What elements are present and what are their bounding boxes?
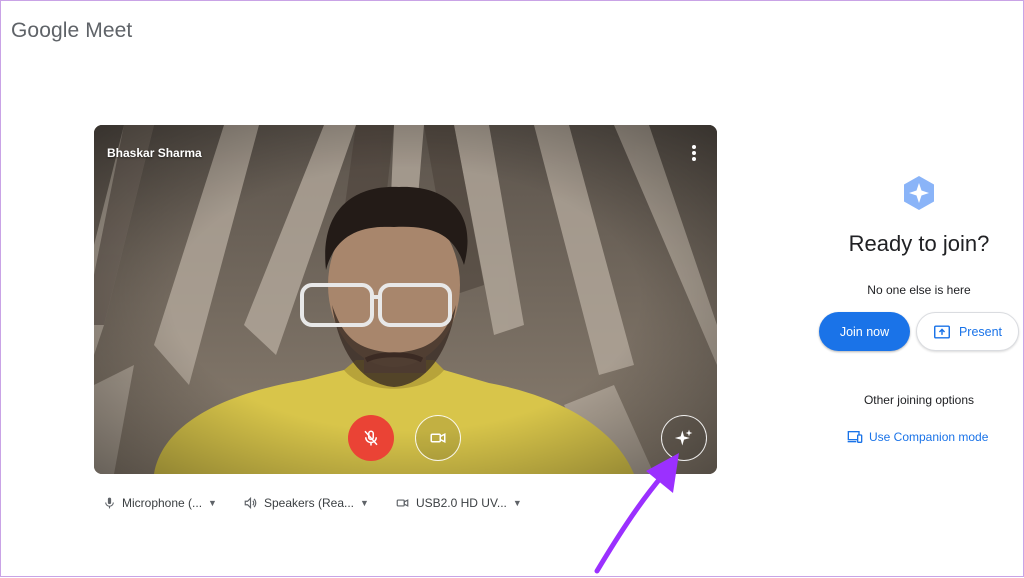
visual-effects-button[interactable] xyxy=(661,415,707,461)
present-to-all-icon xyxy=(933,324,950,339)
companion-mode-link[interactable]: Use Companion mode xyxy=(847,430,988,444)
microphone-select[interactable]: Microphone (... ▼ xyxy=(103,496,217,510)
camera-select-label: USB2.0 HD UV... xyxy=(415,496,507,510)
present-button-label: Present xyxy=(958,324,1003,339)
more-options-button[interactable] xyxy=(687,145,701,161)
device-selectors: Microphone (... ▼ Speakers (Rea... ▼ USB… xyxy=(103,496,548,510)
mic-icon xyxy=(105,497,114,509)
participant-name: Bhaskar Sharma xyxy=(107,146,202,160)
devices-icon xyxy=(847,430,863,443)
chevron-down-icon: ▼ xyxy=(208,498,217,508)
join-now-button[interactable]: Join now xyxy=(819,312,910,351)
meeting-status-text: No one else is here xyxy=(867,283,971,297)
videocam-icon xyxy=(396,499,409,507)
videocam-icon xyxy=(430,433,446,443)
present-button[interactable]: Present xyxy=(916,312,1019,351)
more-vert-icon xyxy=(692,145,696,149)
video-preview: Bhaskar Sharma xyxy=(94,125,717,474)
speakers-select-label: Speakers (Rea... xyxy=(263,496,355,510)
speaker-icon xyxy=(244,496,257,510)
gemini-sparkle-icon xyxy=(904,176,934,210)
camera-select[interactable]: USB2.0 HD UV... ▼ xyxy=(395,496,522,510)
chevron-down-icon: ▼ xyxy=(360,498,369,508)
google-meet-logo: Google Meet xyxy=(11,19,133,42)
other-joining-options-label: Other joining options xyxy=(863,393,975,407)
camera-toggle-button[interactable] xyxy=(415,415,461,461)
chevron-down-icon: ▼ xyxy=(512,498,522,508)
ready-to-join-title: Ready to join? xyxy=(848,231,990,256)
companion-mode-label: Use Companion mode xyxy=(869,430,989,444)
mic-off-icon xyxy=(364,430,378,446)
sparkle-effects-icon xyxy=(674,429,693,446)
speakers-select[interactable]: Speakers (Rea... ▼ xyxy=(243,496,369,510)
microphone-select-label: Microphone (... xyxy=(122,496,203,510)
camera-feed-image xyxy=(94,125,717,474)
microphone-toggle-button[interactable] xyxy=(348,415,394,461)
